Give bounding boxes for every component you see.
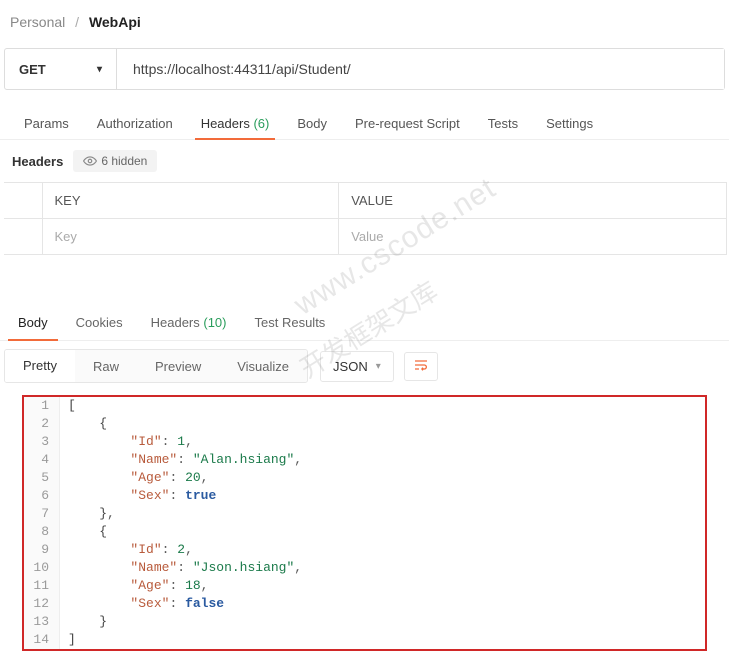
tab-body[interactable]: Body [283,108,341,139]
code-line: 9 "Id": 2, [24,541,705,559]
code-line: 4 "Name": "Alan.hsiang", [24,451,705,469]
headers-table: KEY VALUE Key Value [4,182,727,255]
line-number: 14 [24,631,60,649]
line-number: 12 [24,595,60,613]
hidden-headers-toggle[interactable]: 6 hidden [73,150,157,172]
tab-headers-count: (6) [253,116,269,131]
resp-tab-body[interactable]: Body [4,305,62,340]
chevron-down-icon: ▾ [97,64,102,75]
url-input[interactable] [117,49,724,89]
request-row: GET ▾ [4,48,725,90]
line-content: "Sex": true [60,487,216,505]
view-group: Pretty Raw Preview Visualize [4,349,308,383]
line-content: "Sex": false [60,595,224,613]
code-line: 7 }, [24,505,705,523]
line-content: [ [60,397,76,415]
line-number: 2 [24,415,60,433]
line-content: "Id": 2, [60,541,193,559]
view-pretty[interactable]: Pretty [5,350,75,382]
line-number: 7 [24,505,60,523]
header-check-col [4,183,42,219]
code-line: 11 "Age": 18, [24,577,705,595]
code-line: 14] [24,631,705,649]
line-number: 13 [24,613,60,631]
view-visualize[interactable]: Visualize [219,350,307,382]
tab-authorization[interactable]: Authorization [83,108,187,139]
value-cell[interactable]: Value [339,219,727,255]
headers-subbar: Headers 6 hidden [0,140,729,182]
row-checkbox[interactable] [4,219,42,255]
header-value-col: VALUE [339,183,727,219]
format-select[interactable]: JSON ▾ [320,351,394,382]
line-number: 8 [24,523,60,541]
view-raw[interactable]: Raw [75,350,137,382]
line-number: 10 [24,559,60,577]
format-value: JSON [333,359,368,374]
resp-tab-tests[interactable]: Test Results [241,305,340,340]
resp-tab-headers[interactable]: Headers (10) [137,305,241,340]
resp-tab-cookies[interactable]: Cookies [62,305,137,340]
line-number: 5 [24,469,60,487]
breadcrumb: Personal / WebApi [0,0,729,44]
tab-prerequest[interactable]: Pre-request Script [341,108,474,139]
line-content: "Age": 20, [60,469,208,487]
headers-label: Headers [12,154,63,169]
tab-headers[interactable]: Headers (6) [187,108,284,139]
line-content: } [60,613,107,631]
line-number: 4 [24,451,60,469]
line-content: ] [60,631,76,649]
code-line: 2 { [24,415,705,433]
resp-tab-headers-label: Headers [151,315,200,330]
tab-params[interactable]: Params [10,108,83,139]
view-row: Pretty Raw Preview Visualize JSON ▾ [0,341,729,391]
eye-icon [83,154,97,168]
line-number: 11 [24,577,60,595]
view-preview[interactable]: Preview [137,350,219,382]
line-number: 6 [24,487,60,505]
key-cell[interactable]: Key [42,219,339,255]
line-content: { [60,523,107,541]
line-content: "Age": 18, [60,577,208,595]
line-content: }, [60,505,115,523]
tab-settings[interactable]: Settings [532,108,607,139]
line-number: 9 [24,541,60,559]
wrap-lines-button[interactable] [404,352,438,381]
response-body[interactable]: 1[2 {3 "Id": 1,4 "Name": "Alan.hsiang",5… [22,395,707,651]
breadcrumb-current: WebApi [89,14,141,30]
http-method-value: GET [19,62,46,77]
code-line: 1[ [24,397,705,415]
code-line: 5 "Age": 20, [24,469,705,487]
tab-tests[interactable]: Tests [474,108,532,139]
wrap-icon [413,359,429,371]
header-key-col: KEY [42,183,339,219]
response-tabs: Body Cookies Headers (10) Test Results [0,305,729,341]
line-number: 1 [24,397,60,415]
line-content: "Id": 1, [60,433,193,451]
line-content: "Name": "Json.hsiang", [60,559,302,577]
resp-tab-headers-count: (10) [203,315,226,330]
chevron-down-icon: ▾ [376,361,381,372]
code-line: 6 "Sex": true [24,487,705,505]
line-number: 3 [24,433,60,451]
request-tabs: Params Authorization Headers (6) Body Pr… [0,100,729,140]
line-content: "Name": "Alan.hsiang", [60,451,302,469]
tab-headers-label: Headers [201,116,250,131]
http-method-select[interactable]: GET ▾ [5,49,117,89]
code-line: 3 "Id": 1, [24,433,705,451]
code-line: 12 "Sex": false [24,595,705,613]
code-line: 10 "Name": "Json.hsiang", [24,559,705,577]
line-content: { [60,415,107,433]
hidden-headers-text: 6 hidden [101,154,147,168]
breadcrumb-root[interactable]: Personal [10,14,65,30]
breadcrumb-sep: / [75,14,79,30]
table-row[interactable]: Key Value [4,219,727,255]
code-line: 13 } [24,613,705,631]
code-line: 8 { [24,523,705,541]
